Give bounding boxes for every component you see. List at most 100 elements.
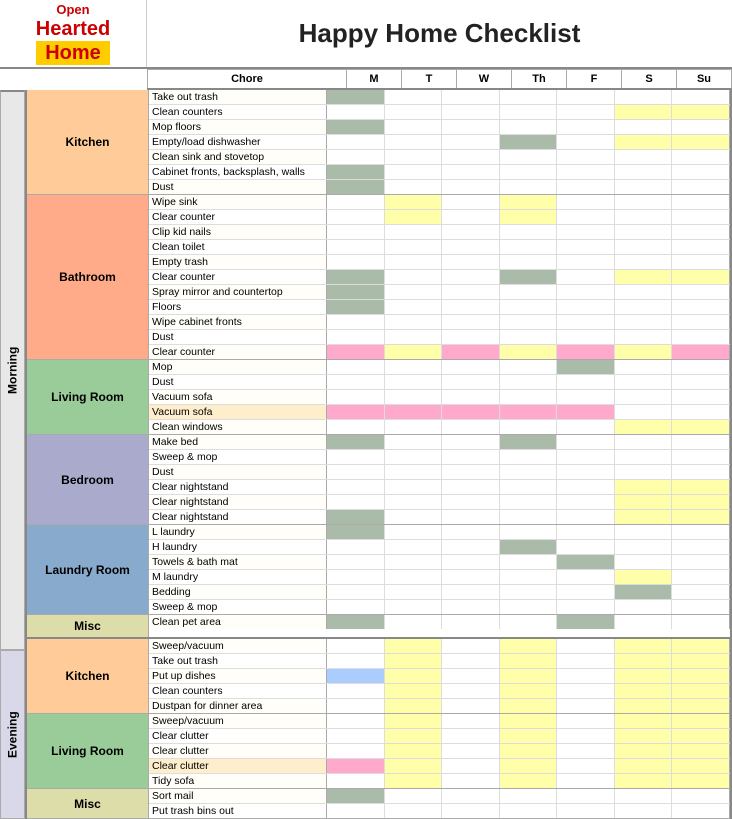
day-cell bbox=[557, 555, 615, 569]
day-cell bbox=[557, 90, 615, 104]
day-cell bbox=[672, 525, 730, 539]
chore-row: Make bed bbox=[149, 435, 730, 450]
day-cell bbox=[442, 240, 500, 254]
chore-name: Clean pet area bbox=[149, 615, 327, 629]
chore-row: Mop bbox=[149, 360, 730, 375]
day-cell bbox=[327, 375, 385, 389]
day-cells bbox=[327, 90, 730, 104]
day-cell bbox=[557, 774, 615, 788]
day-cell bbox=[442, 420, 500, 434]
day-cell bbox=[500, 639, 558, 653]
day-cell bbox=[442, 774, 500, 788]
page: Open Hearted Home Happy Home Checklist C… bbox=[0, 0, 732, 819]
day-cell bbox=[615, 360, 673, 374]
day-cell bbox=[327, 669, 385, 683]
logo-hearted: Hearted bbox=[36, 17, 110, 41]
day-cell bbox=[500, 195, 558, 209]
day-cell bbox=[615, 240, 673, 254]
day-cell bbox=[327, 195, 385, 209]
day-cell bbox=[327, 390, 385, 404]
day-cell bbox=[672, 285, 730, 299]
day-cell bbox=[500, 540, 558, 554]
day-cells bbox=[327, 759, 730, 773]
chore-name: Empty/load dishwasher bbox=[149, 135, 327, 149]
day-cells bbox=[327, 105, 730, 119]
day-cell bbox=[557, 360, 615, 374]
day-cell bbox=[442, 315, 500, 329]
day-cell bbox=[615, 270, 673, 284]
chore-name: Spray mirror and countertop bbox=[149, 285, 327, 299]
chore-row: Empty trash bbox=[149, 255, 730, 270]
day-cell bbox=[500, 315, 558, 329]
day-cells bbox=[327, 345, 730, 359]
day-cells bbox=[327, 804, 730, 818]
day-cell bbox=[500, 699, 558, 713]
chore-name: Floors bbox=[149, 300, 327, 314]
day-cell bbox=[385, 774, 443, 788]
day-cell bbox=[385, 510, 443, 524]
day-cell bbox=[500, 570, 558, 584]
day-cell bbox=[672, 150, 730, 164]
day-cell bbox=[557, 405, 615, 419]
day-cell bbox=[557, 330, 615, 344]
day-cell bbox=[385, 669, 443, 683]
day-cell bbox=[615, 195, 673, 209]
day-cell bbox=[385, 684, 443, 698]
day-cells bbox=[327, 180, 730, 194]
day-cell bbox=[385, 495, 443, 509]
chore-name: Towels & bath mat bbox=[149, 555, 327, 569]
day-cell bbox=[672, 390, 730, 404]
page-title: Happy Home Checklist bbox=[147, 8, 732, 59]
day-cell bbox=[672, 345, 730, 359]
day-cell bbox=[615, 510, 673, 524]
day-cell bbox=[442, 105, 500, 119]
day-cell bbox=[615, 615, 673, 629]
day-cell bbox=[327, 684, 385, 698]
chore-rows-livingroom-evening: Sweep/vacuumClear clutterClear clutterCl… bbox=[149, 714, 730, 788]
day-cells bbox=[327, 540, 730, 554]
chore-name: Sweep/vacuum bbox=[149, 639, 327, 653]
day-cell bbox=[385, 90, 443, 104]
day-cell bbox=[327, 135, 385, 149]
day-cell bbox=[500, 375, 558, 389]
day-cell bbox=[500, 510, 558, 524]
day-cell bbox=[500, 270, 558, 284]
chore-name: Dust bbox=[149, 375, 327, 389]
day-cell bbox=[557, 240, 615, 254]
day-cell bbox=[442, 804, 500, 818]
day-header-f: F bbox=[567, 70, 622, 88]
chore-name: Take out trash bbox=[149, 90, 327, 104]
day-cell bbox=[557, 210, 615, 224]
day-cell bbox=[442, 390, 500, 404]
day-cells bbox=[327, 330, 730, 344]
day-cell bbox=[442, 150, 500, 164]
day-cell bbox=[672, 435, 730, 449]
chore-row: Mop floors bbox=[149, 120, 730, 135]
day-cell bbox=[442, 585, 500, 599]
day-cells bbox=[327, 435, 730, 449]
day-cell bbox=[557, 120, 615, 134]
day-cell bbox=[557, 510, 615, 524]
day-cell bbox=[442, 195, 500, 209]
day-cell bbox=[385, 300, 443, 314]
day-cell bbox=[385, 195, 443, 209]
day-cell bbox=[500, 105, 558, 119]
day-cell bbox=[615, 150, 673, 164]
day-cell bbox=[500, 90, 558, 104]
chore-row: Clear counter bbox=[149, 210, 730, 225]
day-cell bbox=[557, 285, 615, 299]
day-cells bbox=[327, 120, 730, 134]
day-cell bbox=[327, 270, 385, 284]
day-cell bbox=[500, 330, 558, 344]
chore-name: Empty trash bbox=[149, 255, 327, 269]
chore-name: Mop floors bbox=[149, 120, 327, 134]
day-cell bbox=[500, 300, 558, 314]
chore-name: Clear clutter bbox=[149, 759, 327, 773]
chore-name: Clear counter bbox=[149, 210, 327, 224]
chore-name: Sweep & mop bbox=[149, 600, 327, 614]
chore-name: Make bed bbox=[149, 435, 327, 449]
day-cell bbox=[672, 540, 730, 554]
day-cell bbox=[327, 465, 385, 479]
day-cell bbox=[500, 600, 558, 614]
day-cell bbox=[672, 375, 730, 389]
